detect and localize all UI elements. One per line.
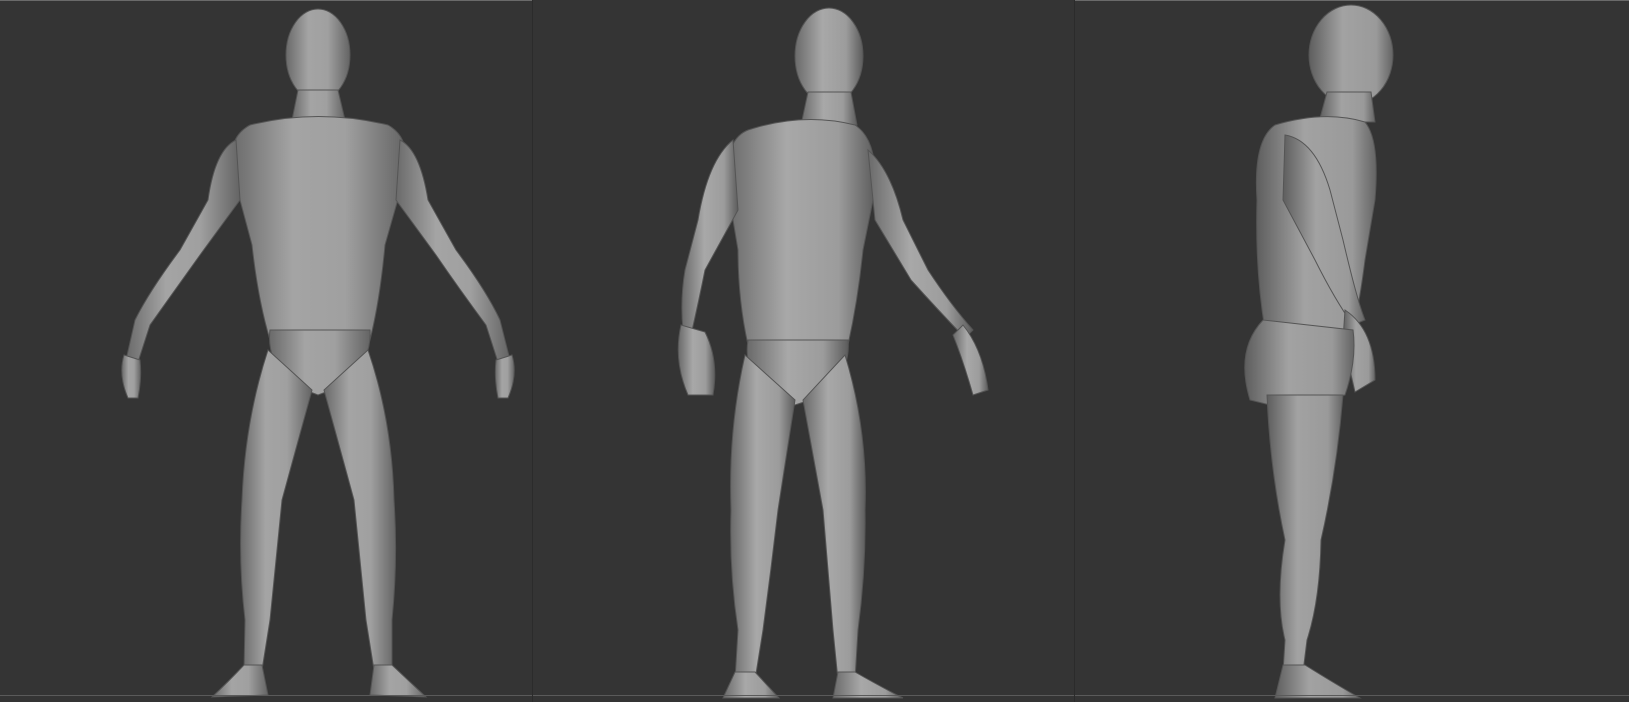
panel-top-edge — [1075, 0, 1629, 1]
torso-shape — [230, 116, 407, 341]
front-view-panel[interactable] — [0, 0, 532, 702]
panel-bottom-edge — [1075, 695, 1629, 696]
head-shape — [285, 8, 351, 102]
sculpt-reference-sheet — [0, 0, 1629, 702]
three-quarter-view-panel[interactable] — [533, 0, 1074, 702]
head-shape — [794, 7, 864, 105]
panel-bottom-edge — [0, 695, 532, 696]
panel-top-edge — [0, 0, 532, 1]
side-view-figure — [1244, 4, 1394, 699]
panel-bottom-edge — [533, 695, 1074, 696]
front-view-figure — [121, 8, 515, 698]
torso-shape — [726, 119, 876, 346]
three-quarter-view-figure — [677, 7, 989, 699]
head-shape — [1308, 4, 1394, 106]
side-view-panel[interactable] — [1075, 0, 1629, 702]
